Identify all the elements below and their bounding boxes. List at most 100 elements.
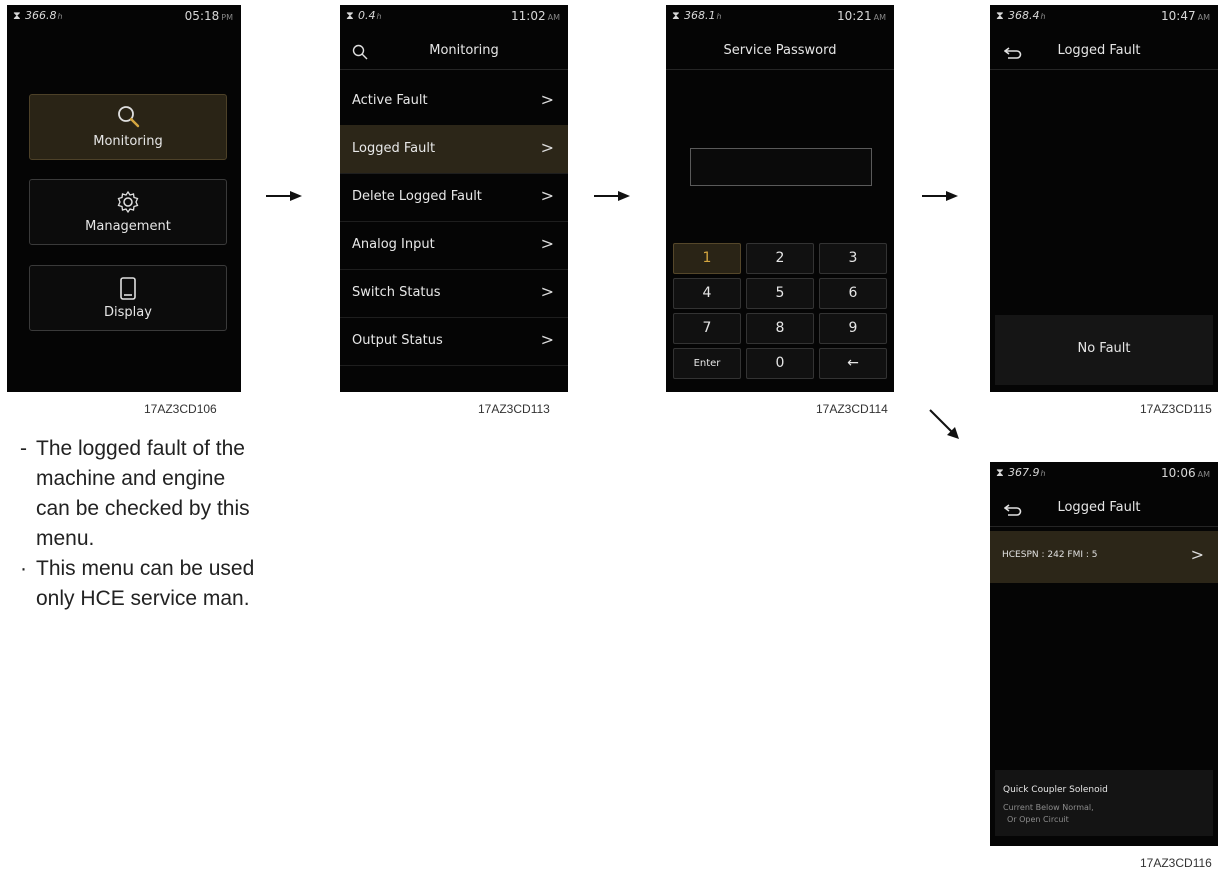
hourglass-icon: ⧗ [996, 9, 1004, 22]
menu-item-label: Logged Fault [352, 141, 436, 156]
menu-item-label: Active Fault [352, 93, 428, 108]
menu-item-analog-input[interactable]: Analog Input > [340, 221, 568, 270]
menu-item-label: Analog Input [352, 237, 435, 252]
chevron-right-icon: > [540, 330, 554, 349]
page-title: Service Password [723, 43, 837, 58]
arrow-down-right-icon [929, 409, 959, 439]
arrow-right-icon [266, 191, 302, 201]
clock: 10:06 [1161, 466, 1196, 480]
key-8[interactable]: 8 [746, 313, 814, 344]
status-bar: ⧗ 0.4h 11:02 AM [340, 5, 568, 27]
figure-caption: 17AZ3CD106 [144, 402, 217, 416]
page-title: Logged Fault [1057, 500, 1141, 515]
figure-caption: 17AZ3CD114 [816, 402, 888, 416]
display-icon [120, 277, 136, 300]
screen-header: Logged Fault [990, 492, 1218, 527]
description-line: The logged fault of the machine and engi… [36, 437, 250, 550]
fault-detail-title: Quick Coupler Solenoid [1003, 785, 1108, 795]
message-panel: No Fault [995, 315, 1213, 385]
hourglass-icon: ⧗ [13, 9, 21, 22]
status-bar: ⧗ 367.9h 10:06 AM [990, 462, 1218, 484]
description-line: This menu can be used only HCE service m… [36, 557, 255, 610]
page-title: Monitoring [429, 43, 499, 58]
backspace-key[interactable]: ← [819, 348, 887, 379]
hour-meter: 366.8 [25, 9, 57, 22]
display-button[interactable]: Display [29, 265, 227, 331]
password-field[interactable] [690, 148, 872, 186]
description-item: - The logged fault of the machine and en… [20, 434, 260, 554]
description-text: - The logged fault of the machine and en… [20, 434, 260, 614]
key-2[interactable]: 2 [746, 243, 814, 274]
figure-caption: 17AZ3CD115 [1140, 402, 1212, 416]
key-5[interactable]: 5 [746, 278, 814, 309]
hourglass-icon: ⧗ [996, 466, 1004, 479]
status-bar: ⧗ 368.1h 10:21 AM [666, 5, 894, 27]
clock-ampm: AM [873, 13, 886, 22]
key-3[interactable]: 3 [819, 243, 887, 274]
chevron-right-icon: > [540, 234, 554, 253]
hour-meter: 368.1 [684, 9, 716, 22]
clock-ampm: AM [1197, 470, 1210, 479]
key-1[interactable]: 1 [673, 243, 741, 274]
key-0[interactable]: 0 [746, 348, 814, 379]
management-label: Management [85, 219, 171, 234]
menu-item-logged-fault[interactable]: Logged Fault > [340, 125, 568, 174]
hourglass-icon: ⧗ [672, 9, 680, 22]
screen-main-menu: ⧗ 366.8h 05:18 PM Monitoring Management Di… [7, 5, 241, 392]
no-fault-message: No Fault [1077, 341, 1131, 356]
dash-marker: - [20, 437, 27, 460]
fault-row[interactable]: HCESPN : 242 FMI : 5 > [990, 531, 1218, 583]
key-7[interactable]: 7 [673, 313, 741, 344]
clock-ampm: PM [221, 13, 233, 22]
monitoring-button[interactable]: Monitoring [29, 94, 227, 160]
arrow-right-icon [594, 191, 630, 201]
menu-item-label: Delete Logged Fault [352, 189, 482, 204]
screen-header: Monitoring [340, 35, 568, 70]
hour-unit: h [716, 12, 722, 21]
hour-meter: 368.4 [1008, 9, 1040, 22]
clock-ampm: AM [1197, 13, 1210, 22]
fault-detail-line2: Or Open Circuit [1007, 815, 1069, 824]
gear-icon [117, 190, 139, 214]
menu-item-output-status[interactable]: Output Status > [340, 317, 568, 366]
arrow-right-icon [922, 191, 958, 201]
search-icon [118, 106, 140, 128]
menu-item-delete-logged-fault[interactable]: Delete Logged Fault > [340, 173, 568, 222]
key-6[interactable]: 6 [819, 278, 887, 309]
figure-caption: 17AZ3CD113 [478, 402, 550, 416]
key-9[interactable]: 9 [819, 313, 887, 344]
hourglass-icon: ⧗ [346, 9, 354, 22]
hour-unit: h [1040, 12, 1046, 21]
clock: 05:18 [184, 9, 220, 23]
chevron-right-icon: > [540, 138, 554, 157]
fault-detail-line1: Current Below Normal, [1003, 803, 1094, 812]
status-bar: ⧗ 366.8h 05:18 PM [7, 5, 241, 27]
chevron-right-icon: > [540, 282, 554, 301]
clock: 11:02 [511, 9, 546, 23]
screen-logged-fault-empty: ⧗ 368.4h 10:47 AM Logged Fault No Fault [990, 5, 1218, 392]
enter-key[interactable]: Enter [673, 348, 741, 379]
key-4[interactable]: 4 [673, 278, 741, 309]
page-title: Logged Fault [1057, 43, 1141, 58]
screen-header: Service Password [666, 35, 894, 70]
screen-service-password: ⧗ 368.1h 10:21 AM Service Password 1 2 3 4… [666, 5, 894, 392]
hour-meter: 0.4 [358, 9, 376, 22]
hour-unit: h [376, 12, 382, 21]
status-bar: ⧗ 368.4h 10:47 AM [990, 5, 1218, 27]
figure-caption: 17AZ3CD116 [1140, 856, 1212, 870]
screen-monitoring: ⧗ 0.4h 11:02 AM Monitoring Active Fault > L… [340, 5, 568, 392]
hour-unit: h [1040, 469, 1046, 478]
chevron-right-icon: > [540, 90, 554, 109]
menu-item-label: Switch Status [352, 285, 441, 300]
menu-item-active-fault[interactable]: Active Fault > [340, 77, 568, 126]
chevron-right-icon: > [1190, 545, 1204, 564]
description-item: · This menu can be used only HCE service… [20, 554, 260, 614]
display-label: Display [104, 305, 152, 320]
monitoring-label: Monitoring [93, 134, 163, 149]
fault-code: HCESPN : 242 FMI : 5 [1002, 550, 1098, 560]
clock: 10:21 [837, 9, 872, 23]
screen-header: Logged Fault [990, 35, 1218, 70]
management-button[interactable]: Management [29, 179, 227, 245]
menu-item-switch-status[interactable]: Switch Status > [340, 269, 568, 318]
hour-unit: h [57, 12, 63, 21]
